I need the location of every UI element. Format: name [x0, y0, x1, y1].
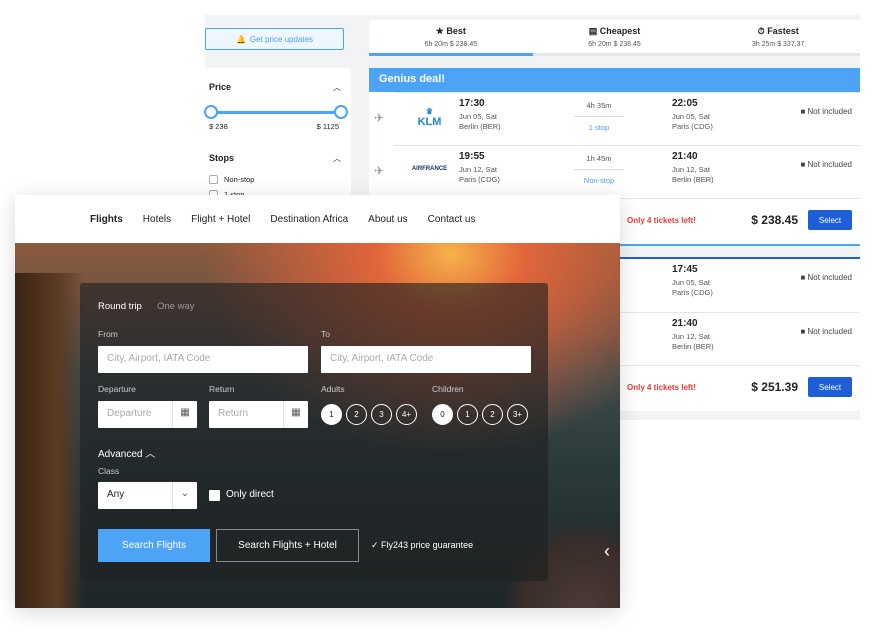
- price-max-handle[interactable]: [334, 105, 348, 119]
- price-min-handle[interactable]: [204, 105, 218, 119]
- select-button[interactable]: Select: [808, 377, 852, 397]
- nav-contact-us[interactable]: Contact us: [428, 214, 476, 225]
- main-nav: Flights Hotels Flight + Hotel Destinatio…: [15, 195, 620, 243]
- tab-fastest[interactable]: ⏱ Fastest 3h 25m $ 337.37: [696, 20, 861, 56]
- chevron-up-icon[interactable]: ︿: [333, 153, 341, 164]
- klm-logo: ♛ KLM: [417, 107, 442, 128]
- stopwatch-icon: ⏱: [757, 26, 768, 36]
- class-label: Class: [98, 466, 120, 476]
- chevron-up-icon[interactable]: ︿: [333, 82, 341, 93]
- select-button[interactable]: Select: [808, 210, 852, 230]
- class-select[interactable]: Any ⌄: [98, 482, 197, 509]
- flight-leg: ✈ AIRFRANCE 19:55 Jun 12, Sat Paris (CDG) …: [374, 145, 860, 198]
- adults-label: Adults: [321, 384, 345, 394]
- to-input[interactable]: City, Airport, IATA Code: [321, 346, 531, 373]
- calendar-icon[interactable]: ▦: [172, 401, 197, 428]
- from-input[interactable]: City, Airport, IATA Code: [98, 346, 308, 373]
- tab-best[interactable]: ★ Best 6h 20m $ 238.45: [369, 20, 533, 56]
- return-input[interactable]: Return ▦: [209, 401, 308, 428]
- get-price-updates-button[interactable]: 🔔 Get price updates: [205, 28, 344, 50]
- price-slider[interactable]: [204, 105, 348, 119]
- chevron-up-icon: ︿: [145, 449, 156, 460]
- non-stop-label: Non-stop: [224, 175, 255, 184]
- airfrance-logo: AIRFRANCE: [411, 166, 448, 172]
- to-label: To: [321, 329, 330, 339]
- wallet-icon: ▤: [588, 26, 600, 36]
- children-label: Children: [432, 384, 464, 394]
- departure-label: Departure: [98, 384, 136, 394]
- nav-hotels[interactable]: Hotels: [143, 214, 171, 225]
- one-way-toggle[interactable]: One way: [157, 301, 195, 312]
- checkmark-icon: ✓: [371, 540, 382, 550]
- nav-flight-hotel[interactable]: Flight + Hotel: [191, 214, 250, 225]
- baggage-icon: ■: [800, 160, 808, 169]
- return-label: Return: [209, 384, 235, 394]
- baggage-icon: ■: [800, 327, 808, 336]
- chevron-left-icon[interactable]: ‹: [604, 541, 610, 562]
- nav-flights[interactable]: Flights: [90, 214, 123, 225]
- adults-option[interactable]: 2: [346, 404, 367, 425]
- tab-cheapest[interactable]: ▤ Cheapest 6h 20m $ 238.45: [532, 20, 697, 56]
- star-icon: ★: [435, 26, 447, 36]
- only-direct-checkbox[interactable]: [209, 490, 220, 501]
- baggage-icon: ■: [800, 273, 808, 282]
- nav-destination-africa[interactable]: Destination Africa: [270, 214, 348, 225]
- non-stop-checkbox[interactable]: [209, 175, 218, 184]
- round-trip-toggle[interactable]: Round trip: [98, 301, 142, 312]
- price-guarantee: ✓ Fly243 price guarantee: [371, 540, 474, 550]
- adults-option[interactable]: 3: [371, 404, 392, 425]
- price-max: $ 1125: [316, 122, 339, 131]
- genius-deal-banner: Genius deal!: [369, 68, 860, 92]
- flight-search-form: Round trip One way From To City, Airport…: [80, 283, 548, 581]
- price: $ 251.39: [751, 380, 798, 394]
- nav-about-us[interactable]: About us: [368, 214, 407, 225]
- children-option[interactable]: 2: [482, 404, 503, 425]
- adults-option[interactable]: 4+: [396, 404, 417, 425]
- plane-landing-icon: ✈: [374, 164, 385, 178]
- price-filter-title: Price: [209, 82, 232, 92]
- children-option[interactable]: 3+: [507, 404, 528, 425]
- flight-leg: ✈ ♛ KLM 17:30 Jun 05, Sat Berlin (BER) 4h 3…: [374, 92, 860, 145]
- tickets-left-warning: Only 4 tickets left!: [627, 216, 696, 225]
- search-flights-hotel-button[interactable]: Search Flights + Hotel: [216, 529, 359, 562]
- search-page: Flights Hotels Flight + Hotel Destinatio…: [15, 195, 620, 608]
- departure-input[interactable]: Departure ▦: [98, 401, 197, 428]
- calendar-icon[interactable]: ▦: [283, 401, 308, 428]
- from-label: From: [98, 329, 118, 339]
- price: $ 238.45: [751, 213, 798, 227]
- tickets-left-warning: Only 4 tickets left!: [627, 383, 696, 392]
- hero-image: ‹ Round trip One way From To City, Airpo…: [15, 243, 620, 608]
- only-direct-label: Only direct: [226, 489, 274, 500]
- sort-tabs: ★ Best 6h 20m $ 238.45 ▤ Cheapest 6h 20m $…: [369, 20, 861, 56]
- search-flights-button[interactable]: Search Flights: [98, 529, 210, 562]
- filters-panel: Price ︿ $ 238 $ 1125 Stops ︿ Non-stop 1 …: [204, 68, 351, 208]
- children-option[interactable]: 0: [432, 404, 453, 425]
- chevron-down-icon: ⌄: [172, 482, 197, 509]
- advanced-toggle[interactable]: Advanced ︿: [98, 445, 155, 460]
- children-option[interactable]: 1: [457, 404, 478, 425]
- plane-takeoff-icon: ✈: [374, 111, 385, 125]
- price-min: $ 238: [209, 122, 228, 131]
- stops-filter-title: Stops: [209, 153, 235, 163]
- adults-option[interactable]: 1: [321, 404, 342, 425]
- baggage-icon: ■: [800, 107, 808, 116]
- bell-icon: 🔔: [235, 34, 246, 44]
